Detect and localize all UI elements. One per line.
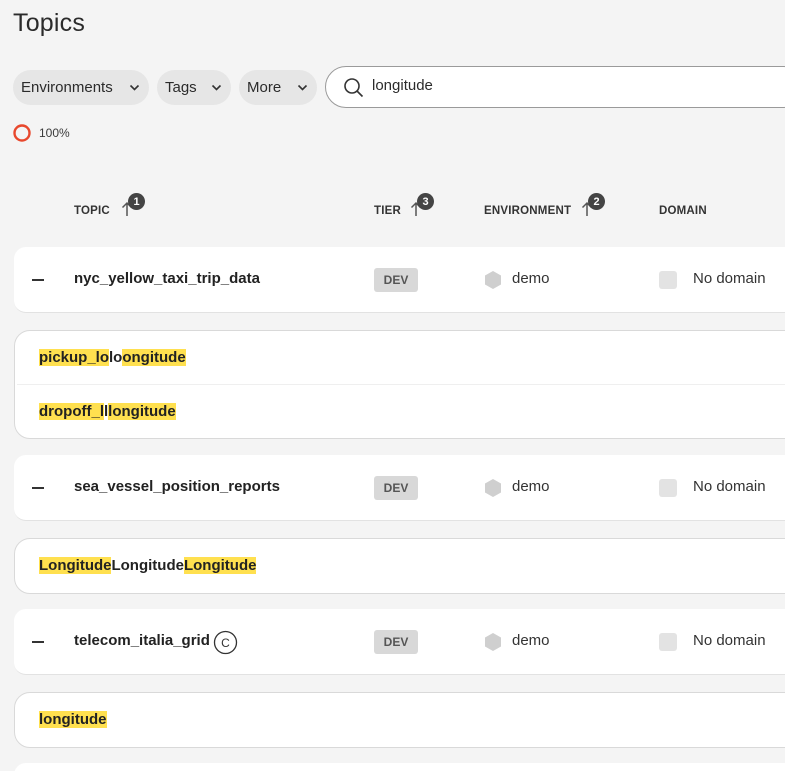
column-header-tier[interactable]: TIER [374, 205, 401, 217]
field-match-panel: LongitudeLongitudeLongitude [14, 538, 785, 594]
topic-name[interactable]: telecom_italia_grid [74, 632, 210, 649]
tags-filter-label: Tags [165, 79, 197, 96]
domain-name: No domain [693, 632, 766, 649]
tier-badge: DEV [374, 476, 418, 500]
field-divider [17, 384, 785, 385]
progress-indicator: 100% [13, 124, 70, 142]
matched-field[interactable]: pickup_loloongitude [39, 349, 186, 366]
sort-order-badge: 3 [417, 193, 434, 210]
table-row[interactable]: sea_vessel_position_reports DEV demo No … [14, 455, 785, 521]
environments-filter-label: Environments [21, 79, 113, 96]
c-circle-icon: C [213, 630, 238, 655]
chevron-down-icon [297, 84, 308, 91]
matched-field[interactable]: LongitudeLongitudeLongitude [39, 557, 257, 574]
matched-field[interactable]: longitude [39, 711, 107, 728]
collapse-icon[interactable] [32, 279, 44, 281]
environment-name: demo [512, 632, 550, 649]
hexagon-icon [485, 479, 501, 497]
column-header-domain[interactable]: DOMAIN [659, 205, 707, 217]
matched-field[interactable]: dropoff_lllongitude [39, 403, 176, 420]
topic-name[interactable]: nyc_yellow_taxi_trip_data [74, 270, 260, 287]
sort-order-badge: 1 [128, 193, 145, 210]
column-header-environment[interactable]: ENVIRONMENT [484, 205, 571, 217]
tags-filter[interactable]: Tags [157, 70, 231, 105]
domain-name: No domain [693, 270, 766, 287]
domain-icon [659, 271, 677, 289]
chevron-down-icon [211, 84, 222, 91]
column-header-topic[interactable]: TOPIC [74, 205, 110, 217]
tier-badge: DEV [374, 268, 418, 292]
search-input[interactable] [372, 77, 772, 94]
search-box[interactable] [325, 66, 785, 108]
more-filter[interactable]: More [239, 70, 317, 105]
table-row-partial [14, 763, 785, 771]
domain-icon [659, 479, 677, 497]
tier-badge: DEV [374, 630, 418, 654]
sort-order-badge: 2 [588, 193, 605, 210]
domain-name: No domain [693, 478, 766, 495]
collapse-icon[interactable] [32, 641, 44, 643]
environment-name: demo [512, 478, 550, 495]
environment-name: demo [512, 270, 550, 287]
progress-label: 100% [39, 126, 70, 140]
table-row[interactable]: nyc_yellow_taxi_trip_data DEV demo No do… [14, 247, 785, 313]
compacted-badge-letter: C [221, 636, 230, 650]
page-title: Topics [13, 9, 86, 37]
topic-name[interactable]: sea_vessel_position_reports [74, 478, 280, 495]
field-match-panel: pickup_loloongitude dropoff_lllongitude [14, 330, 785, 439]
collapse-icon[interactable] [32, 487, 44, 489]
hexagon-icon [485, 271, 501, 289]
domain-icon [659, 633, 677, 651]
field-match-panel: longitude [14, 692, 785, 748]
more-filter-label: More [247, 79, 282, 96]
environments-filter[interactable]: Environments [13, 70, 149, 105]
table-row[interactable]: telecom_italia_grid C DEV demo No domain [14, 609, 785, 675]
search-icon [344, 78, 364, 98]
chevron-down-icon [129, 84, 140, 91]
progress-ring-icon [13, 124, 31, 142]
hexagon-icon [485, 633, 501, 651]
